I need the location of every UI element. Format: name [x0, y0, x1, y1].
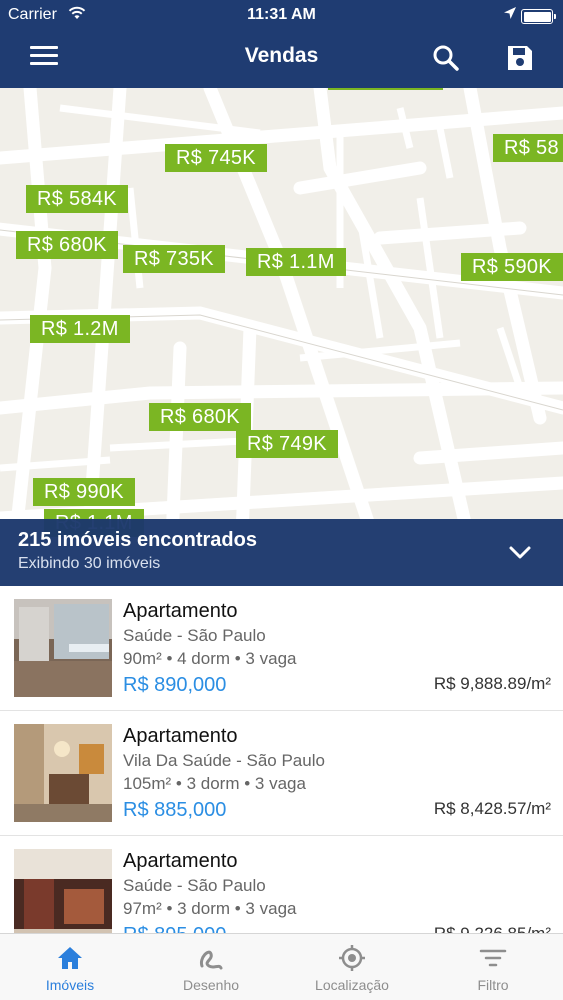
status-bar: Carrier 11:31 AM — [0, 0, 563, 30]
listing-photo — [14, 849, 112, 933]
listing-item[interactable]: Apartamento Saúde - São Paulo 90m² • 4 d… — [0, 586, 563, 711]
price-pin[interactable]: R$ 680K — [16, 231, 118, 259]
listing-item[interactable]: Apartamento Saúde - São Paulo 97m² • 3 d… — [0, 836, 563, 933]
tab-localizacao[interactable]: Localização — [282, 934, 422, 1000]
listing-price: R$ 885,000 — [123, 799, 227, 821]
tab-label: Desenho — [182, 977, 240, 993]
results-count: 215 imóveis encontrados — [18, 529, 257, 551]
home-icon — [58, 947, 82, 969]
save-icon — [508, 46, 532, 70]
page-title: Vendas — [244, 44, 319, 67]
navigation-bar: Vendas — [0, 30, 563, 88]
price-pin[interactable]: R$ 590K — [461, 253, 563, 281]
save-button[interactable] — [504, 42, 536, 74]
listing-location: Saúde - São Paulo — [123, 626, 266, 645]
listing-photo — [14, 724, 112, 822]
listing-type: Apartamento — [123, 600, 238, 622]
price-pin[interactable]: R$ 735K — [123, 245, 225, 273]
draw-icon — [199, 950, 223, 970]
tab-label: Filtro — [477, 977, 509, 993]
location-arrow-icon — [503, 6, 517, 25]
price-pin[interactable]: R$ 745K — [165, 144, 267, 172]
tab-imoveis[interactable]: Imóveis — [0, 934, 140, 1000]
listing-specs: 97m² • 3 dorm • 3 vaga — [123, 899, 297, 918]
listing-type: Apartamento — [123, 725, 238, 747]
collapse-results-button[interactable] — [507, 539, 533, 565]
price-pin[interactable]: R$ 749K — [236, 430, 338, 458]
listing-location: Vila Da Saúde - São Paulo — [123, 751, 325, 770]
listing-type: Apartamento — [123, 850, 238, 872]
price-pin[interactable]: R$ 58 — [493, 134, 563, 162]
results-summary-bar[interactable]: 215 imóveis encontrados Exibindo 30 imóv… — [0, 519, 563, 586]
listing-price-per-sqm: R$ 9,226.85/m² — [434, 924, 551, 933]
listing-specs: 90m² • 4 dorm • 3 vaga — [123, 649, 297, 668]
listing-location: Saúde - São Paulo — [123, 876, 266, 895]
price-pin[interactable] — [328, 88, 443, 90]
status-time: 11:31 AM — [247, 6, 316, 23]
search-icon — [433, 45, 459, 71]
price-pin[interactable]: R$ 990K — [33, 478, 135, 506]
battery-icon — [521, 9, 556, 24]
listing-price: R$ 890,000 — [123, 674, 227, 696]
listing-photo — [14, 599, 112, 697]
listing-list[interactable]: Apartamento Saúde - São Paulo 90m² • 4 d… — [0, 586, 563, 933]
price-pin[interactable]: R$ 1.1M — [246, 248, 346, 276]
chevron-down-icon — [509, 546, 531, 559]
price-pin[interactable]: R$ 1.2M — [30, 315, 130, 343]
tab-label: Localização — [315, 977, 389, 993]
listing-price-per-sqm: R$ 8,428.57/m² — [433, 799, 551, 818]
listing-item[interactable]: Apartamento Vila Da Saúde - São Paulo 10… — [0, 711, 563, 836]
listing-price-per-sqm: R$ 9,888.89/m² — [433, 674, 551, 693]
tab-desenho[interactable]: Desenho — [141, 934, 281, 1000]
map-view[interactable]: R$ 58 R$ 745K R$ 584K R$ 680K R$ 735K R$ 1.1M… — [0, 88, 563, 588]
listing-specs: 105m² • 3 dorm • 3 vaga — [123, 774, 306, 793]
location-target-icon — [339, 945, 365, 971]
search-button[interactable] — [430, 42, 462, 74]
filter-icon — [479, 949, 507, 967]
tab-label: Imóveis — [45, 977, 95, 993]
price-pin[interactable]: R$ 680K — [149, 403, 251, 431]
tab-bar: Imóveis Desenho Localização Filtro — [0, 933, 563, 1000]
results-showing: Exibindo 30 imóveis — [18, 555, 161, 572]
app-header: Carrier 11:31 AM Vendas — [0, 0, 563, 88]
price-pin[interactable]: R$ 584K — [26, 185, 128, 213]
listing-price: R$ 895,000 — [123, 924, 226, 933]
tab-filtro[interactable]: Filtro — [423, 934, 563, 1000]
